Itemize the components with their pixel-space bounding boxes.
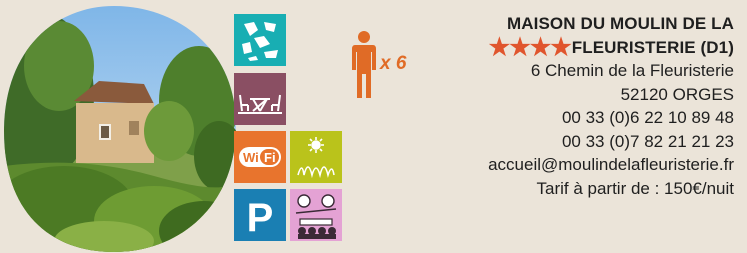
parking-icon: P [234, 189, 286, 241]
person-icon [349, 30, 379, 100]
svg-text:Fi: Fi [264, 150, 276, 165]
meeting-room-icon [290, 189, 342, 241]
capacity-label: x 6 [380, 53, 407, 74]
email-link[interactable]: accueil@moulindelafleuristerie.fr [404, 153, 734, 177]
terrace-furniture-icon [234, 73, 286, 125]
svg-text:Wi: Wi [243, 150, 259, 165]
listing-name-line2-row: ★★★★FLEURISTERIE (D1) [404, 33, 734, 61]
tariff-label: Tarif à partir de : 150€/nuit [536, 178, 734, 198]
house-photo [4, 6, 236, 252]
listing-name-line2: FLEURISTERIE (D1) [571, 37, 734, 57]
phone-1[interactable]: 00 33 (0)6 22 10 89 48 [404, 106, 734, 130]
star-rating: ★★★★ [488, 33, 572, 61]
garden-icon [290, 131, 342, 183]
address-street: 6 Chemin de la Fleuristerie [530, 61, 734, 80]
listing-card: Wi Fi P x 6 MAISON DU MOULIN DE LA ★★★★F… [0, 0, 747, 253]
address-city: 52120 ORGES [620, 84, 734, 104]
hiking-icon [234, 14, 286, 66]
listing-info: MAISON DU MOULIN DE LA ★★★★FLEURISTERIE … [404, 12, 734, 200]
wifi-icon: Wi Fi [234, 131, 286, 183]
listing-name-line1: MAISON DU MOULIN DE LA [507, 14, 734, 33]
svg-text:P: P [247, 196, 274, 240]
phone-2[interactable]: 00 33 (0)7 82 21 21 23 [404, 130, 734, 154]
